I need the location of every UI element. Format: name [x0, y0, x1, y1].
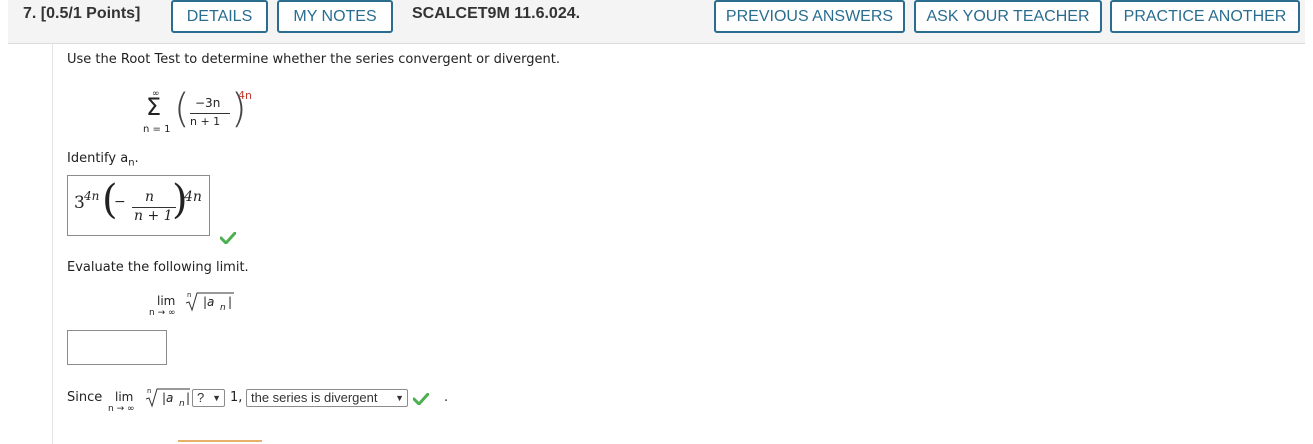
lim-text: lim: [157, 294, 176, 308]
verdict-correct-check-icon: [413, 393, 429, 405]
chevron-down-icon: ▼: [395, 393, 404, 403]
answer-exponent: 4n: [184, 189, 202, 205]
series-denominator: n + 1: [190, 115, 221, 128]
comparison-select-value: ?: [197, 390, 205, 405]
since-lim-text: lim: [115, 390, 134, 404]
since-abs-a-subscript: n: [179, 399, 185, 409]
ask-your-teacher-button[interactable]: ASK YOUR TEACHER: [914, 0, 1102, 33]
trailing-period: .: [444, 390, 449, 405]
one-text: 1,: [230, 390, 243, 405]
answer-minus: −: [114, 194, 126, 210]
answer-base-exponent: 4n: [84, 189, 100, 203]
sigma-symbol: Σ: [146, 93, 162, 121]
identify-answer-box[interactable]: 3 4n ( − n n + 1 ) 4n: [67, 175, 210, 236]
since-abs-a-open: |a: [162, 391, 174, 405]
limit-answer-input[interactable]: [67, 330, 167, 365]
answer-denominator: n + 1: [134, 208, 173, 224]
previous-answers-button[interactable]: PREVIOUS ANSWERS: [714, 0, 905, 33]
chevron-down-icon: ▼: [212, 393, 221, 403]
details-button[interactable]: DETAILS: [171, 0, 268, 33]
lim-subscript: n → ∞: [149, 308, 176, 318]
evaluate-label: Evaluate the following limit.: [67, 260, 249, 275]
series-numerator: −3n: [195, 96, 221, 110]
sum-lower-limit: n = 1: [143, 124, 171, 135]
correct-check-icon: [220, 232, 236, 244]
identify-label: Identify an.: [67, 151, 139, 169]
comparison-select[interactable]: ? ▼: [192, 389, 225, 407]
submit-button-edge[interactable]: [178, 440, 262, 444]
abs-close: |: [228, 295, 233, 309]
abs-a-subscript: n: [220, 303, 226, 313]
practice-another-button[interactable]: PRACTICE ANOTHER: [1110, 0, 1300, 33]
points-label: [0.5/1 Points]: [40, 5, 141, 22]
left-paren: (: [174, 86, 190, 132]
content-left-border: [52, 44, 53, 444]
my-notes-button[interactable]: MY NOTES: [277, 0, 393, 33]
problem-id: SCALCET9M 11.6.024.: [412, 5, 581, 22]
question-number: 7. [0.5/1 Points]: [23, 5, 141, 22]
since-label: Since: [67, 390, 103, 405]
question-prompt: Use the Root Test to determine whether t…: [67, 52, 560, 67]
fraction-bar: [190, 113, 230, 114]
answer-numerator: n: [145, 189, 155, 205]
series-exponent: 4n: [238, 89, 252, 102]
verdict-select[interactable]: the series is divergent ▼: [246, 389, 408, 407]
since-lim-subscript: n → ∞: [108, 404, 135, 414]
since-abs-close: |: [186, 391, 191, 405]
verdict-select-value: the series is divergent: [251, 390, 378, 405]
abs-a-open: |a: [203, 295, 215, 309]
